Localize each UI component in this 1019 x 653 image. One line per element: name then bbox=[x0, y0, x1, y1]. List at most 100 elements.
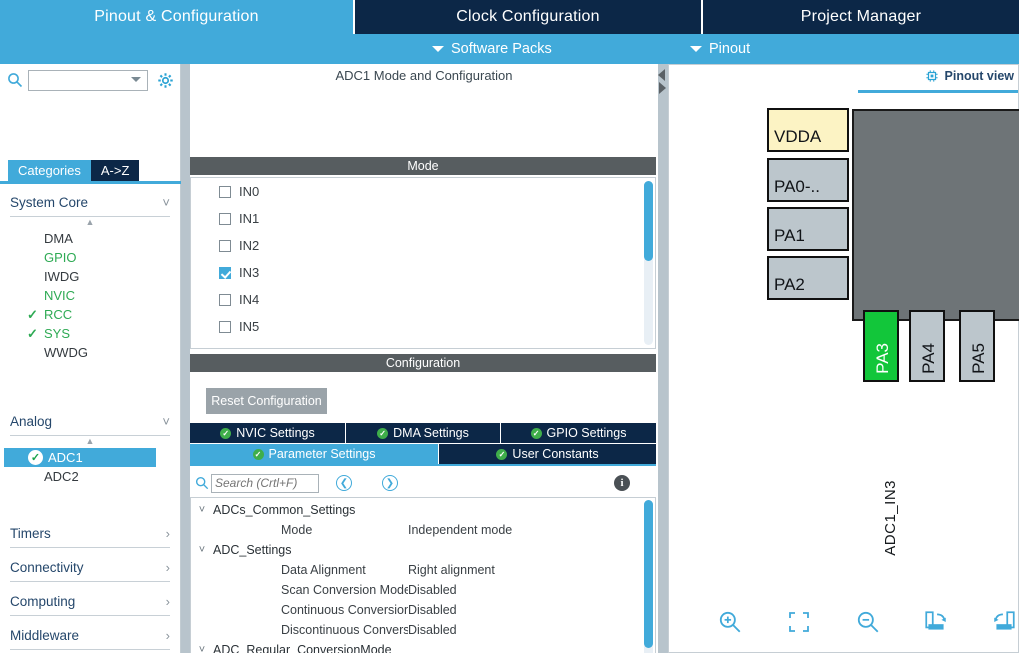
tab-clock-configuration[interactable]: Clock Configuration bbox=[355, 0, 701, 34]
parameter-name: Mode bbox=[281, 523, 313, 537]
parameter-search-input[interactable] bbox=[211, 473, 319, 493]
chevron-right-icon: › bbox=[165, 628, 170, 643]
parameter-group-adc-settings[interactable]: ˅ ADC_Settings bbox=[191, 540, 655, 560]
parameter-scrollbar-thumb[interactable] bbox=[644, 500, 653, 648]
collapse-left-icon[interactable] bbox=[658, 69, 665, 81]
tab-project-manager[interactable]: Project Manager bbox=[703, 0, 1019, 34]
sidebar-group-label: Timers bbox=[10, 526, 51, 541]
mode-checkbox-in0[interactable]: IN0 bbox=[191, 178, 655, 205]
parameter-row-mode[interactable]: Mode Independent mode bbox=[191, 520, 655, 540]
config-tab-underline bbox=[190, 464, 656, 466]
sidebar-item-gpio[interactable]: GPIO bbox=[0, 248, 180, 267]
sidebar-group-header-timers[interactable]: Timers › bbox=[10, 520, 170, 548]
sidebar-group-header-computing[interactable]: Computing › bbox=[10, 588, 170, 616]
tab-pinout-configuration[interactable]: Pinout & Configuration bbox=[0, 0, 353, 34]
zoom-in-icon[interactable] bbox=[717, 609, 743, 635]
pinout-view-tab[interactable]: Pinout view bbox=[925, 69, 1014, 83]
mcu-chip-body[interactable]: S bbox=[852, 109, 1019, 321]
rotate-right-icon[interactable] bbox=[923, 609, 949, 635]
chevron-left-circle-icon[interactable]: ❮ bbox=[336, 475, 352, 491]
sidebar: Categories A->Z System Core ˅ ▲ DMA GPIO bbox=[0, 64, 181, 653]
reset-configuration-button[interactable]: Reset Configuration bbox=[206, 388, 327, 414]
sidebar-tab-categories-label: Categories bbox=[18, 163, 81, 178]
sidebar-item-adc1[interactable]: ✓ ADC1 bbox=[4, 448, 156, 467]
sidebar-category-list: System Core ˅ ▲ DMA GPIO IWDG NVIC ✓ RCC… bbox=[0, 184, 180, 653]
pinout-view-panel: Pinout view S VDDA PA0-.. PA1 PA2 PA3 PA… bbox=[668, 64, 1019, 653]
sidebar-tab-categories[interactable]: Categories bbox=[8, 160, 91, 181]
sidebar-item-adc2[interactable]: ADC2 bbox=[0, 467, 180, 486]
sidebar-group-header-connectivity[interactable]: Connectivity › bbox=[10, 554, 170, 582]
parameter-group-adc-regular-conversionmode[interactable]: ˅ ADC_Regular_ConversionMode bbox=[191, 640, 655, 653]
tab-parameter-settings[interactable]: ✓ Parameter Settings bbox=[190, 444, 439, 464]
parameter-group-label: ADC_Settings bbox=[213, 543, 292, 557]
tab-nvic-settings[interactable]: ✓ NVIC Settings bbox=[190, 423, 346, 443]
tab-user-constants[interactable]: ✓ User Constants bbox=[439, 444, 656, 464]
menu-software-packs[interactable]: Software Packs bbox=[432, 34, 552, 64]
gear-icon[interactable] bbox=[157, 72, 174, 89]
fit-screen-icon[interactable] bbox=[787, 610, 811, 634]
pin-pa1[interactable]: PA1 bbox=[767, 207, 849, 251]
menu-pinout-label: Pinout bbox=[709, 41, 751, 57]
mode-checkbox-in3[interactable]: IN3 bbox=[191, 259, 655, 286]
zoom-out-icon[interactable] bbox=[855, 609, 881, 635]
mode-checkbox-list: IN0 IN1 IN2 IN3 IN4 IN5 bbox=[190, 177, 656, 349]
configuration-section-header: Configuration bbox=[190, 354, 656, 372]
pin-vdda[interactable]: VDDA bbox=[767, 108, 849, 152]
scroll-up-indicator[interactable]: ▲ bbox=[0, 436, 180, 448]
sidebar-group-timers: Timers › bbox=[10, 520, 170, 548]
sidebar-item-wwdg[interactable]: WWDG bbox=[0, 343, 180, 362]
panel-title-label: ADC1 Mode and Configuration bbox=[335, 67, 513, 83]
pinout-view-underline bbox=[858, 90, 1018, 93]
tab-user-constants-label: User Constants bbox=[512, 447, 599, 461]
scroll-up-indicator[interactable]: ▲ bbox=[0, 217, 180, 229]
sidebar-item-label: IWDG bbox=[44, 269, 80, 284]
parameter-row-data-alignment[interactable]: Data Alignment Right alignment bbox=[191, 560, 655, 580]
pin-pa4[interactable]: PA4 bbox=[909, 310, 945, 382]
sidebar-group-header-middleware[interactable]: Middleware › bbox=[10, 622, 170, 650]
parameter-group-label: ADC_Regular_ConversionMode bbox=[213, 643, 392, 653]
parameter-row-discontinuous-conversion[interactable]: Discontinuous Conversio... Disabled bbox=[191, 620, 655, 640]
pin-pa3[interactable]: PA3 bbox=[863, 310, 899, 382]
tab-dma-settings[interactable]: ✓ DMA Settings bbox=[346, 423, 501, 443]
mode-checkbox-label: IN5 bbox=[239, 319, 260, 334]
sidebar-group-label: Connectivity bbox=[10, 560, 84, 575]
mode-checkbox-in2[interactable]: IN2 bbox=[191, 232, 655, 259]
mode-checkbox-in4[interactable]: IN4 bbox=[191, 286, 655, 313]
collapse-right-icon[interactable] bbox=[659, 82, 666, 94]
sidebar-tab-az[interactable]: A->Z bbox=[90, 160, 140, 181]
sidebar-group-label: System Core bbox=[10, 195, 89, 210]
panel-splitter[interactable] bbox=[658, 64, 668, 653]
sidebar-group-header-system-core[interactable]: System Core ˅ bbox=[10, 189, 170, 217]
check-circle-icon: ✓ bbox=[530, 427, 542, 439]
info-icon[interactable]: i bbox=[614, 475, 630, 491]
pin-pa0[interactable]: PA0-.. bbox=[767, 158, 849, 202]
mode-scrollbar-thumb[interactable] bbox=[644, 181, 653, 261]
sidebar-item-nvic[interactable]: NVIC bbox=[0, 286, 180, 305]
parameter-name: Data Alignment bbox=[281, 563, 366, 577]
sidebar-item-dma[interactable]: DMA bbox=[0, 229, 180, 248]
chevron-right-circle-icon[interactable]: ❯ bbox=[382, 475, 398, 491]
sidebar-item-rcc[interactable]: ✓ RCC bbox=[0, 305, 180, 324]
chevron-right-icon: › bbox=[165, 560, 170, 575]
tab-gpio-settings[interactable]: ✓ GPIO Settings bbox=[501, 423, 656, 443]
pin-pa5[interactable]: PA5 bbox=[959, 310, 995, 382]
parameter-row-continuous-conversion[interactable]: Continuous Conversion ... Disabled bbox=[191, 600, 655, 620]
rotate-left-icon[interactable] bbox=[991, 609, 1017, 635]
sidebar-item-iwdg[interactable]: IWDG bbox=[0, 267, 180, 286]
pin-pa2[interactable]: PA2 bbox=[767, 256, 849, 300]
search-icon bbox=[8, 73, 23, 88]
parameter-group-adcs-common-settings[interactable]: ˅ ADCs_Common_Settings bbox=[191, 500, 655, 520]
parameter-search-row: ❮ ❯ i bbox=[190, 470, 656, 496]
mode-section-label: Mode bbox=[407, 159, 439, 173]
sidebar-search-input[interactable] bbox=[28, 69, 148, 91]
sidebar-item-label: ADC1 bbox=[48, 450, 83, 465]
menu-pinout[interactable]: Pinout bbox=[690, 34, 750, 64]
mode-checkbox-in5[interactable]: IN5 bbox=[191, 313, 655, 340]
config-tab-row-2: ✓ Parameter Settings ✓ User Constants bbox=[190, 444, 656, 464]
parameter-row-scan-conversion-mode[interactable]: Scan Conversion Mode Disabled bbox=[191, 580, 655, 600]
pin-label: PA0-.. bbox=[774, 177, 820, 196]
sidebar-item-sys[interactable]: ✓ SYS bbox=[0, 324, 180, 343]
mode-checkbox-in1[interactable]: IN1 bbox=[191, 205, 655, 232]
parameter-name: Continuous Conversion ... bbox=[281, 603, 408, 617]
sidebar-group-header-analog[interactable]: Analog ˅ bbox=[10, 408, 170, 436]
